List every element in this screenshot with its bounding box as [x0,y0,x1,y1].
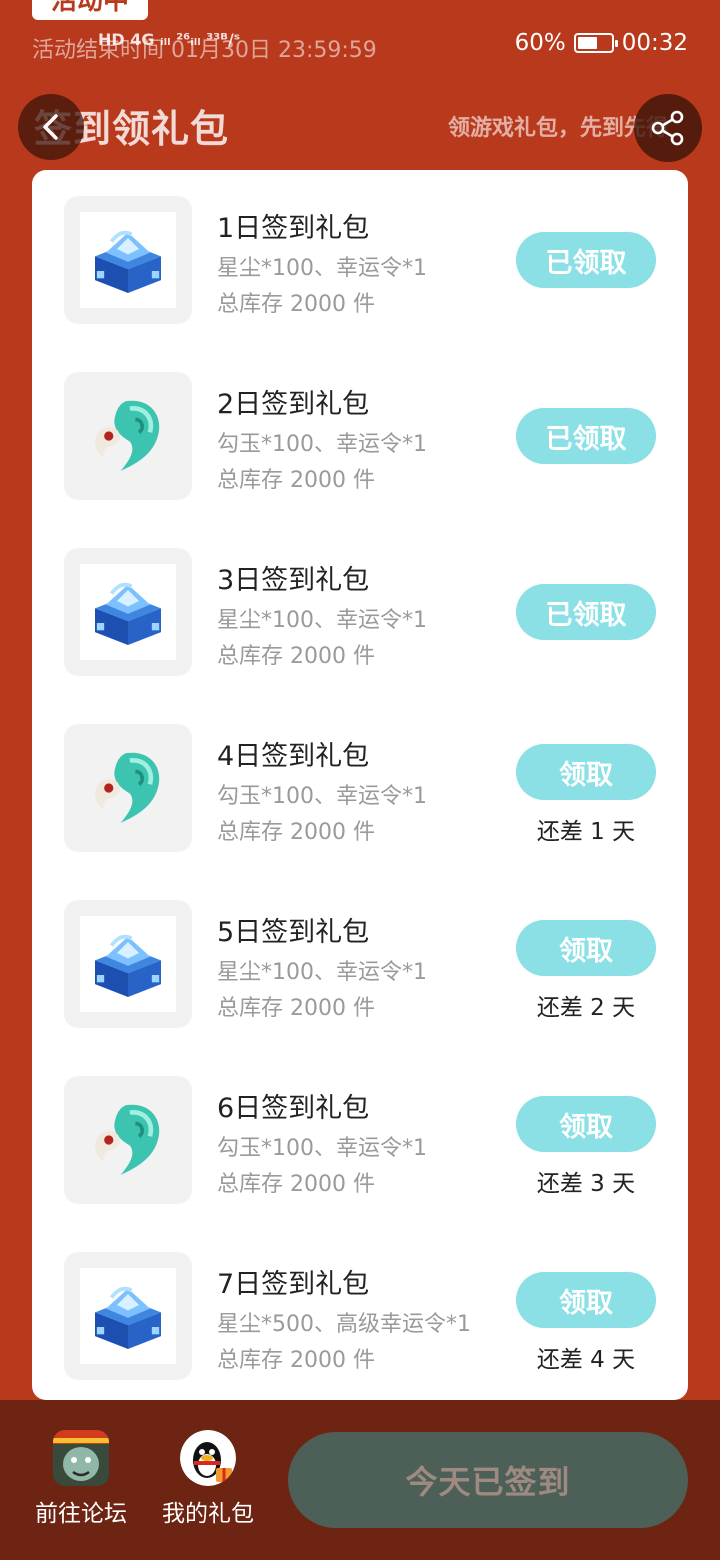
gift-contents: 星尘*500、高级幸运令*1 [217,1312,471,1337]
jade-magatama-icon [80,740,176,836]
battery-icon [573,33,618,53]
gift-thumbnail [64,196,192,324]
gift-stock: 总库存 2000 件 [217,996,375,1021]
crystal-chest-icon [80,564,176,660]
gift-row: 4日签到礼包 勾玉*100、幸运令*1 总库存 2000 件 领取 还差 1 天 [32,702,688,878]
claim-button[interactable]: 领取 [516,1096,656,1152]
gift-contents: 勾玉*100、幸运令*1 [217,432,427,457]
chevron-left-icon [43,114,58,140]
gift-thumbnail [64,1252,192,1380]
gift-row: 7日签到礼包 星尘*500、高级幸运令*1 总库存 2000 件 领取 还差 4… [32,1230,688,1406]
forum-nav-item[interactable]: 前往论坛 [26,1430,136,1528]
gift-stock: 总库存 2000 件 [217,1172,375,1197]
claim-button[interactable]: 领取 [516,1272,656,1328]
gift-contents: 星尘*100、幸运令*1 [217,608,427,633]
gift-thumbnail [64,724,192,852]
forum-label: 前往论坛 [35,1501,127,1527]
gift-thumbnail [64,1076,192,1204]
claimed-button[interactable]: 已领取 [516,408,656,464]
days-remaining: 还差 1 天 [536,819,636,845]
claimed-button[interactable]: 已领取 [516,232,656,288]
share-button[interactable] [634,94,702,162]
forum-game-icon [53,1430,109,1486]
network-indicators: HD 4G ᵢₗₗ ²⁶ᵢₗₗ ³³ᴮ/ˢ [98,30,240,49]
gift-contents: 星尘*100、幸运令*1 [217,960,427,985]
gift-stock: 总库存 2000 件 [217,468,375,493]
back-button[interactable] [18,94,84,160]
gift-contents: 星尘*100、幸运令*1 [217,256,427,281]
gift-thumbnail [64,548,192,676]
days-remaining: 还差 4 天 [536,1347,636,1373]
gift-stock: 总库存 2000 件 [217,644,375,669]
gift-thumbnail [64,372,192,500]
clock: 00:32 [621,30,688,56]
claim-button[interactable]: 领取 [516,744,656,800]
my-gifts-label: 我的礼包 [162,1501,254,1527]
gift-stock: 总库存 2000 件 [217,820,375,845]
battery-percent: 60% [514,30,566,56]
gift-list-card: 1日签到礼包 星尘*100、幸运令*1 总库存 2000 件 已领取 2日签到礼… [32,170,688,1400]
days-remaining: 还差 2 天 [536,995,636,1021]
days-remaining: 还差 3 天 [536,1171,636,1197]
crystal-chest-icon [80,212,176,308]
share-icon [651,110,684,146]
my-gifts-nav-item[interactable]: 我的礼包 [153,1430,263,1528]
status-bar-right: 60% 00:32 [515,30,688,56]
crystal-chest-icon [80,916,176,1012]
jade-magatama-icon [80,388,176,484]
gift-thumbnail [64,900,192,1028]
signed-today-button[interactable]: 今天已签到 [288,1432,688,1528]
gift-contents: 勾玉*100、幸运令*1 [217,784,427,809]
gift-name: 4日签到礼包 [217,741,370,772]
gift-row: 1日签到礼包 星尘*100、幸运令*1 总库存 2000 件 已领取 [32,174,688,350]
jade-magatama-icon [80,1092,176,1188]
claimed-button[interactable]: 已领取 [516,584,656,640]
gift-stock: 总库存 2000 件 [217,1348,375,1373]
gift-row: 6日签到礼包 勾玉*100、幸运令*1 总库存 2000 件 领取 还差 3 天 [32,1054,688,1230]
gift-row: 3日签到礼包 星尘*100、幸运令*1 总库存 2000 件 已领取 [32,526,688,702]
gift-name: 1日签到礼包 [217,213,370,244]
claim-button[interactable]: 领取 [516,920,656,976]
gift-contents: 勾玉*100、幸运令*1 [217,1136,427,1161]
gift-name: 5日签到礼包 [217,917,370,948]
gift-row: 5日签到礼包 星尘*100、幸运令*1 总库存 2000 件 领取 还差 2 天 [32,878,688,1054]
activity-status-badge: 活动中 [32,0,148,20]
gift-name: 7日签到礼包 [217,1269,370,1300]
gift-row: 2日签到礼包 勾玉*100、幸运令*1 总库存 2000 件 已领取 [32,350,688,526]
qq-penguin-icon [180,1430,236,1486]
bottom-bar: 前往论坛 我的礼包 今天已签到 [0,1400,720,1560]
gift-name: 6日签到礼包 [217,1093,370,1124]
crystal-chest-icon [80,1268,176,1364]
gift-name: 3日签到礼包 [217,565,370,596]
gift-name: 2日签到礼包 [217,389,370,420]
gift-stock: 总库存 2000 件 [217,292,375,317]
